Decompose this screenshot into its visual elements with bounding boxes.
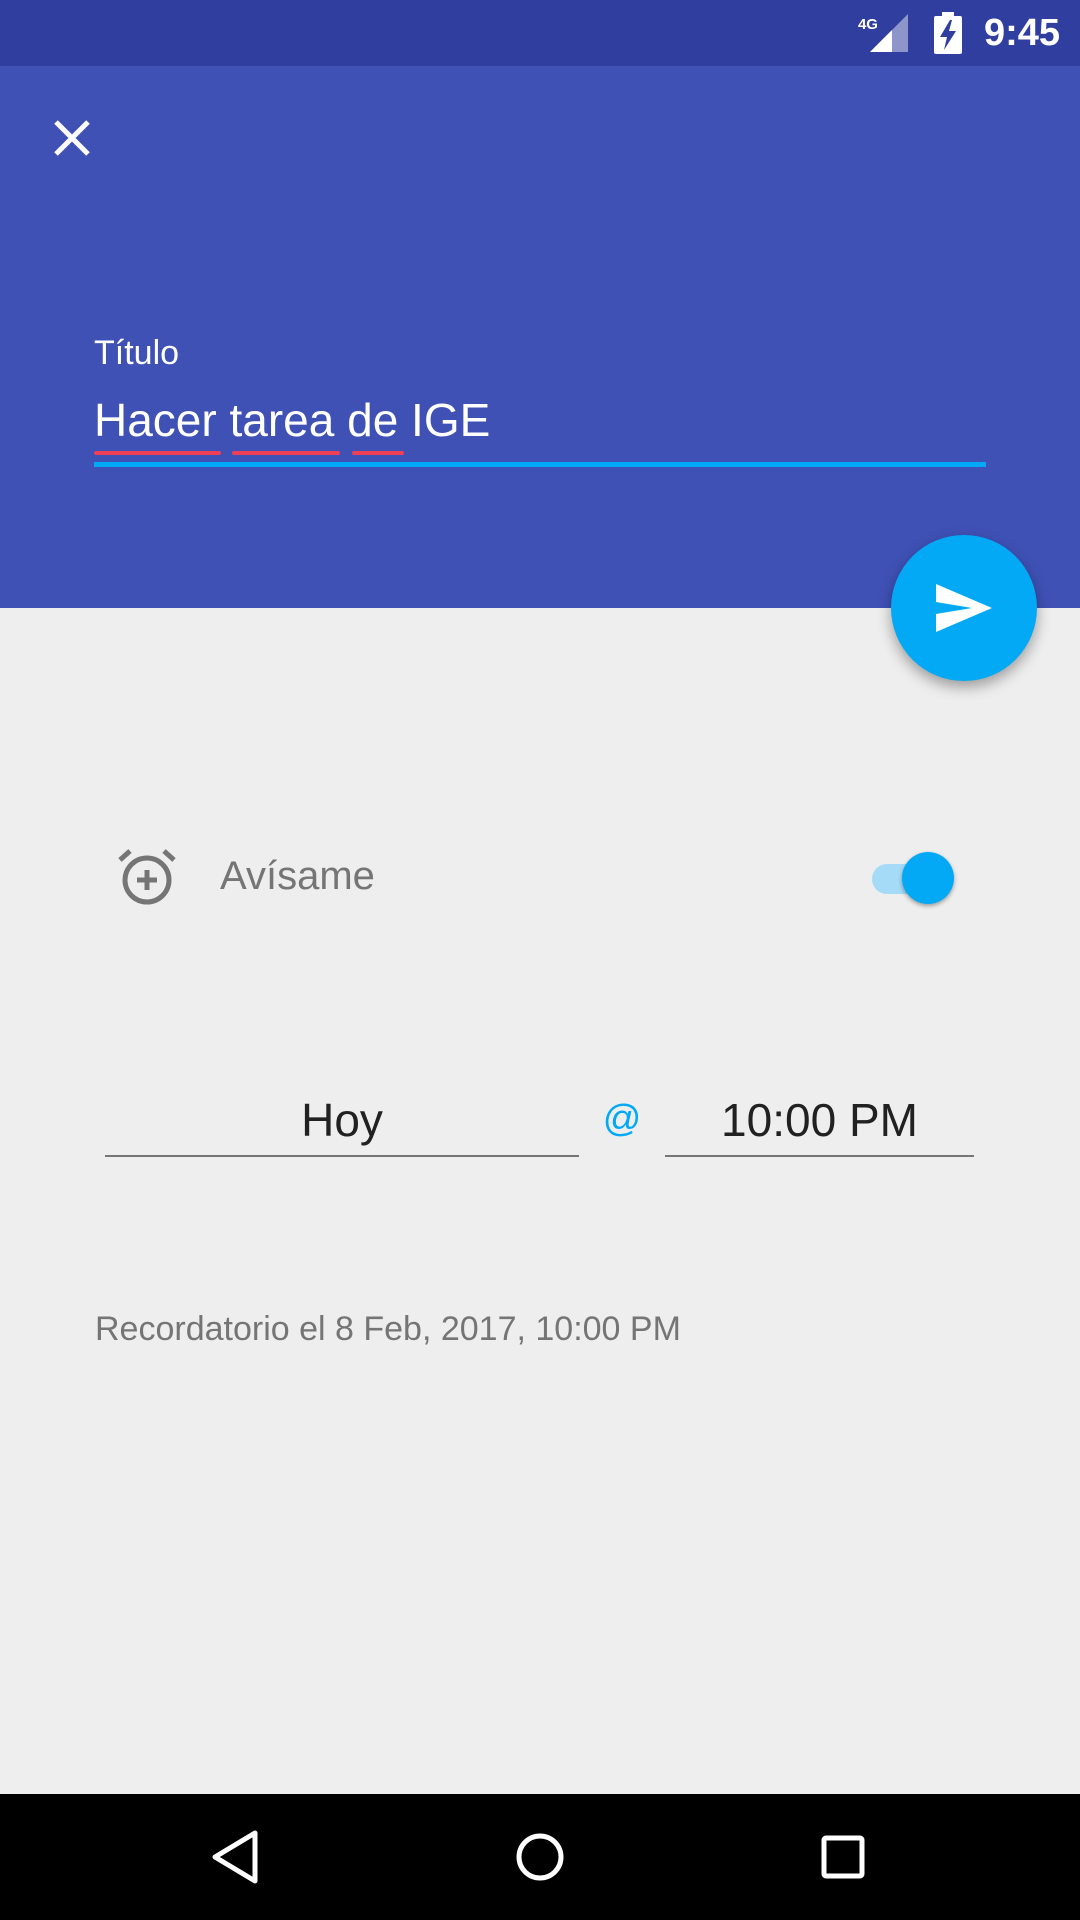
title-label: Título [94, 334, 180, 372]
at-separator: @ [602, 1098, 642, 1140]
title-input[interactable]: Hacer tarea de IGE [94, 391, 986, 449]
toggle-thumb [902, 852, 954, 904]
time-field[interactable]: 10:00 PM [665, 1085, 974, 1157]
close-icon [54, 120, 90, 156]
back-icon [212, 1830, 258, 1884]
reminder-toggle[interactable] [870, 846, 956, 906]
title-input-underline [94, 462, 986, 467]
reminder-row: Avísame [0, 836, 1080, 916]
spellcheck-underline [232, 451, 340, 455]
alarm-add-icon [118, 849, 176, 905]
signal-icon: 4G [858, 12, 910, 54]
home-button[interactable] [505, 1822, 575, 1892]
recents-icon [821, 1835, 865, 1879]
network-type: 4G [857, 16, 878, 33]
app-header: Título Hacer tarea de IGE [0, 66, 1080, 608]
status-time: 9:45 [983, 11, 1060, 54]
send-button[interactable] [891, 535, 1037, 681]
spellcheck-underline [94, 451, 221, 455]
navigation-bar [0, 1794, 1080, 1920]
send-icon [936, 584, 992, 632]
title-input-value: Hacer tarea de IGE [94, 394, 491, 446]
recents-button[interactable] [808, 1822, 878, 1892]
status-icons: 4G 9:45 [858, 10, 1060, 56]
close-button[interactable] [42, 108, 102, 168]
battery-charging-icon [930, 12, 966, 54]
reminder-label: Avísame [220, 854, 375, 898]
reminder-summary: Recordatorio el 8 Feb, 2017, 10:00 PM [95, 1310, 681, 1348]
home-icon [516, 1833, 564, 1881]
spellcheck-underline [352, 451, 404, 455]
status-bar: 4G 9:45 [0, 0, 1080, 66]
back-button[interactable] [200, 1822, 270, 1892]
date-field[interactable]: Hoy [105, 1085, 579, 1157]
